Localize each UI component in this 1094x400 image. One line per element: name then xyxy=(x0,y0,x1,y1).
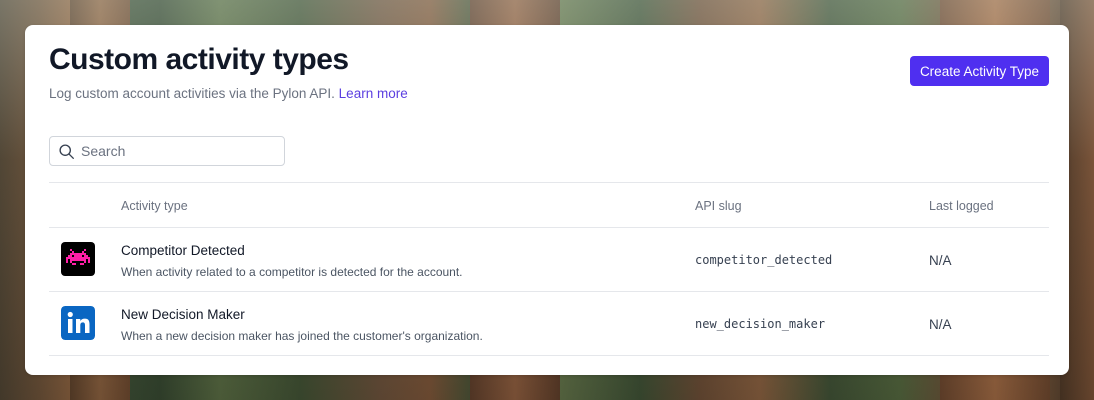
page-title: Custom activity types xyxy=(49,43,349,76)
space-invader-icon xyxy=(61,242,95,276)
column-header-api-slug[interactable]: API slug xyxy=(695,199,742,213)
page-subtitle: Log custom account activities via the Py… xyxy=(49,86,1049,101)
activity-types-card: Custom activity types Log custom account… xyxy=(25,25,1069,375)
table-row[interactable]: New Decision Maker When a new decision m… xyxy=(49,292,1049,356)
activity-description: When activity related to a competitor is… xyxy=(121,265,463,279)
activity-description: When a new decision maker has joined the… xyxy=(121,329,483,343)
last-logged: N/A xyxy=(929,317,952,332)
api-slug: new_decision_maker xyxy=(695,317,826,331)
column-header-last-logged[interactable]: Last logged xyxy=(929,199,994,213)
activity-types-table: Activity type API slug Last logged Compe… xyxy=(49,182,1049,356)
page-header: Custom activity types Log custom account… xyxy=(49,43,1049,101)
search-input[interactable] xyxy=(81,143,271,159)
table-header: Activity type API slug Last logged xyxy=(49,182,1049,228)
api-slug: competitor_detected xyxy=(695,253,833,267)
last-logged: N/A xyxy=(929,253,952,268)
activity-name: New Decision Maker xyxy=(121,307,245,322)
search-box[interactable] xyxy=(49,136,285,166)
column-header-activity-type[interactable]: Activity type xyxy=(121,199,188,213)
create-activity-type-button[interactable]: Create Activity Type xyxy=(909,56,1049,86)
linkedin-icon xyxy=(61,306,95,340)
table-row[interactable]: Competitor Detected When activity relate… xyxy=(49,228,1049,292)
search-icon xyxy=(59,143,74,159)
activity-name: Competitor Detected xyxy=(121,243,245,258)
learn-more-link[interactable]: Learn more xyxy=(339,86,408,101)
subtitle-text: Log custom account activities via the Py… xyxy=(49,86,335,101)
